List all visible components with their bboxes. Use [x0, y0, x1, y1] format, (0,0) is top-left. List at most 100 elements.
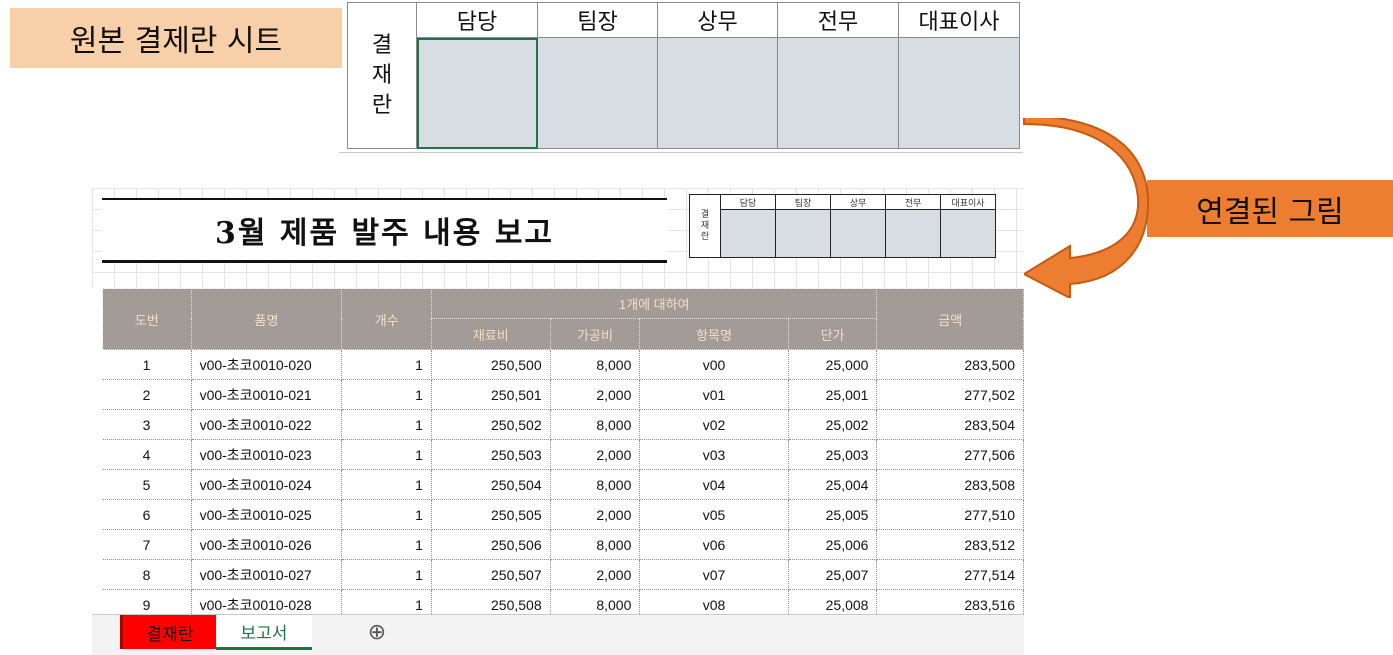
approval-header-cell[interactable]: 전무	[777, 2, 899, 38]
cell-name[interactable]: v00-초코0010-023	[191, 439, 343, 470]
cell-count[interactable]: 1	[341, 529, 432, 560]
tab-approval-sheet[interactable]: 결재란	[120, 615, 217, 649]
cell-material[interactable]: 250,503	[431, 439, 551, 470]
col-header-unit-price[interactable]: 단가	[787, 318, 878, 350]
cell-material[interactable]: 250,502	[431, 409, 551, 440]
cell-unit-price[interactable]: 25,007	[788, 559, 878, 590]
cell-item[interactable]: v01	[639, 379, 789, 410]
cell-amount[interactable]: 283,504	[876, 409, 1024, 440]
cell-item[interactable]: v03	[639, 439, 789, 470]
cell-processing[interactable]: 2,000	[550, 559, 641, 590]
table-row: 1 v00-초코0010-020 1 250,500 8,000 v00 25,000 283…	[102, 349, 1024, 380]
approval-signature-cell[interactable]	[898, 37, 1020, 149]
cell-no[interactable]: 2	[102, 379, 192, 410]
cell-item[interactable]: v04	[639, 469, 789, 500]
cell-count[interactable]: 1	[341, 559, 432, 590]
cell-item[interactable]: v02	[639, 409, 789, 440]
cell-processing[interactable]: 8,000	[550, 469, 641, 500]
col-header-material[interactable]: 재료비	[430, 318, 551, 350]
mini-header-cell: 상무	[830, 194, 886, 210]
cell-unit-price[interactable]: 25,002	[788, 409, 878, 440]
cell-processing[interactable]: 8,000	[550, 529, 641, 560]
approval-signature-cell[interactable]	[416, 37, 538, 149]
cell-amount[interactable]: 277,506	[876, 439, 1024, 470]
cell-count[interactable]: 1	[341, 439, 432, 470]
approval-header-cell[interactable]: 대표이사	[898, 2, 1020, 38]
order-table-body: 1 v00-초코0010-020 1 250,500 8,000 v00 25,000 283…	[102, 349, 1024, 620]
cell-material[interactable]: 250,500	[431, 349, 551, 380]
cell-unit-price[interactable]: 25,005	[788, 499, 878, 530]
approval-header-cell[interactable]: 담당	[416, 2, 538, 38]
linked-picture-label: 연결된 그림	[1147, 180, 1393, 237]
col-header-item-name[interactable]: 항목명	[639, 318, 789, 350]
cell-name[interactable]: v00-초코0010-024	[191, 469, 343, 500]
cell-amount[interactable]: 283,512	[876, 529, 1024, 560]
cell-amount[interactable]: 277,502	[876, 379, 1024, 410]
cell-amount[interactable]: 277,510	[876, 499, 1024, 530]
col-header-name[interactable]: 품명	[190, 288, 343, 350]
col-header-amount[interactable]: 금액	[876, 288, 1024, 350]
approval-header-cell[interactable]: 팀장	[537, 2, 658, 38]
cell-no[interactable]: 8	[102, 559, 192, 590]
cell-no[interactable]: 6	[102, 499, 192, 530]
cell-processing[interactable]: 2,000	[550, 439, 641, 470]
cell-material[interactable]: 250,504	[431, 469, 551, 500]
cell-name[interactable]: v00-초코0010-026	[191, 529, 343, 560]
cell-item[interactable]: v07	[639, 559, 789, 590]
report-title-box[interactable]: 3월 제품 발주 내용 보고	[102, 198, 667, 263]
col-header-count[interactable]: 개수	[341, 288, 432, 350]
cell-material[interactable]: 250,507	[431, 559, 551, 590]
cell-name[interactable]: v00-초코0010-022	[191, 409, 343, 440]
cell-processing[interactable]: 8,000	[550, 349, 641, 380]
cell-no[interactable]: 1	[102, 349, 192, 380]
cell-no[interactable]: 5	[102, 469, 192, 500]
cell-unit-price[interactable]: 25,006	[788, 529, 878, 560]
cell-processing[interactable]: 2,000	[550, 379, 641, 410]
table-row: 2 v00-초코0010-021 1 250,501 2,000 v01 25,001 277…	[102, 379, 1024, 410]
cell-no[interactable]: 4	[102, 439, 192, 470]
order-table: 도번 품명 개수 1개에 대하여 금액 재료비 가공비 항목명 단가 1 v00-…	[102, 288, 1024, 620]
cell-material[interactable]: 250,505	[431, 499, 551, 530]
cell-processing[interactable]: 2,000	[550, 499, 641, 530]
cell-material[interactable]: 250,506	[431, 529, 551, 560]
cell-item[interactable]: v05	[639, 499, 789, 530]
cell-processing[interactable]: 8,000	[550, 409, 641, 440]
col-header-per-unit[interactable]: 1개에 대하여	[430, 288, 878, 319]
cell-amount[interactable]: 283,500	[876, 349, 1024, 380]
mini-side-char: 란	[700, 231, 710, 242]
cell-name[interactable]: v00-초코0010-025	[191, 499, 343, 530]
cell-unit-price[interactable]: 25,004	[788, 469, 878, 500]
cell-unit-price[interactable]: 25,001	[788, 379, 878, 410]
cell-unit-price[interactable]: 25,000	[788, 349, 878, 380]
cell-name[interactable]: v00-초코0010-027	[191, 559, 343, 590]
plus-circle-icon[interactable]: ⊕	[362, 615, 392, 649]
col-header-processing[interactable]: 가공비	[549, 318, 641, 350]
col-header-no[interactable]: 도번	[102, 288, 192, 350]
cell-count[interactable]: 1	[341, 379, 432, 410]
cell-item[interactable]: v06	[639, 529, 789, 560]
cell-amount[interactable]: 283,508	[876, 469, 1024, 500]
mini-signature-cell	[885, 209, 941, 258]
linked-approval-table: 결 재 란 담당 팀장 상무 전무 대표이사	[689, 194, 996, 258]
approval-signature-cell[interactable]	[777, 37, 899, 149]
cell-item[interactable]: v00	[639, 349, 789, 380]
cell-amount[interactable]: 277,514	[876, 559, 1024, 590]
cell-count[interactable]: 1	[341, 469, 432, 500]
table-row: 3 v00-초코0010-022 1 250,502 8,000 v02 25,002 283…	[102, 409, 1024, 440]
cell-no[interactable]: 3	[102, 409, 192, 440]
cell-name[interactable]: v00-초코0010-021	[191, 379, 343, 410]
cell-count[interactable]: 1	[341, 499, 432, 530]
approval-header-cell[interactable]: 상무	[657, 2, 778, 38]
cell-count[interactable]: 1	[341, 349, 432, 380]
cell-name[interactable]: v00-초코0010-020	[191, 349, 343, 380]
approval-side-label[interactable]: 결 재 란	[347, 2, 417, 149]
approval-signature-cell[interactable]	[657, 37, 778, 149]
cell-no[interactable]: 7	[102, 529, 192, 560]
tab-report-sheet[interactable]: 보고서	[216, 615, 312, 650]
cell-material[interactable]: 250,501	[431, 379, 551, 410]
approval-signature-cell[interactable]	[537, 37, 658, 149]
linked-approval-picture[interactable]: 결 재 란 담당 팀장 상무 전무 대표이사	[689, 194, 996, 258]
cell-count[interactable]: 1	[341, 409, 432, 440]
original-sheet-label: 원본 결제란 시트	[10, 8, 342, 68]
cell-unit-price[interactable]: 25,003	[788, 439, 878, 470]
